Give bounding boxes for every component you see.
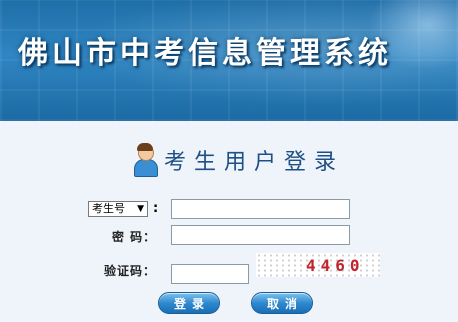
captcha-code: 4460	[306, 256, 365, 275]
captcha-image[interactable]: 4460	[256, 253, 380, 277]
user-avatar-icon	[134, 143, 158, 177]
login-title: 考生用户登录	[164, 150, 345, 175]
id-type-selected: 考生号	[92, 202, 125, 215]
login-heading: 考生用户登录	[134, 143, 344, 177]
login-button[interactable]: 登录	[158, 292, 220, 314]
password-input[interactable]	[171, 225, 350, 245]
id-input[interactable]	[171, 199, 350, 219]
cancel-button[interactable]: 取消	[251, 292, 313, 314]
password-label: 密 码：	[112, 230, 157, 244]
captcha-label: 验证码：	[104, 264, 157, 278]
captcha-input[interactable]	[171, 264, 249, 284]
id-type-select[interactable]: 考生号 ▼	[88, 201, 148, 217]
dropdown-arrow-icon: ▼	[137, 204, 144, 214]
header-banner: 佛山市中考信息管理系统	[0, 0, 458, 121]
system-title: 佛山市中考信息管理系统	[18, 36, 392, 71]
id-colon: :	[153, 201, 159, 216]
